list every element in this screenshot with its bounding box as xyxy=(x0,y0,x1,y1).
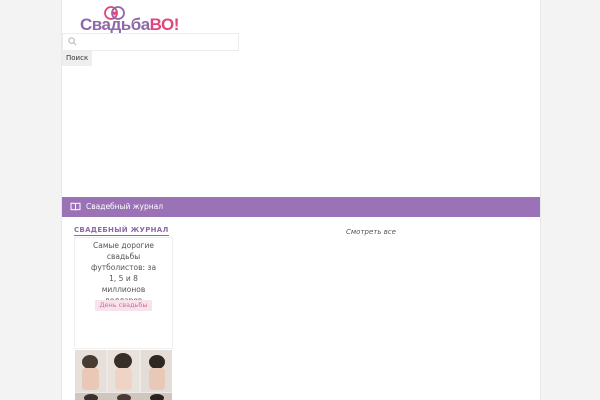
article-tag[interactable]: День свадьбы xyxy=(95,300,152,311)
site-logo[interactable]: СвадьбаВО! xyxy=(80,3,179,37)
page-container: СвадьбаВО! Поиск Свадебный журнал СВАДЕБ… xyxy=(61,0,541,400)
article-title-line: футболистов: за xyxy=(90,263,157,272)
logo-text: СвадьбаВО! xyxy=(80,15,179,35)
thumbnail-image xyxy=(75,350,172,400)
search-button[interactable]: Поиск xyxy=(62,51,93,66)
view-all-link[interactable]: Смотреть все xyxy=(346,228,396,236)
search-input[interactable] xyxy=(81,35,231,48)
search-box xyxy=(62,33,239,51)
journal-section-title[interactable]: СВАДЕБНЫЙ ЖУРНАЛ xyxy=(74,226,169,236)
journal-bar[interactable]: Свадебный журнал xyxy=(62,197,540,217)
article-title[interactable]: Самые дорогие свадьбы футболистов: за 1,… xyxy=(77,240,170,306)
logo-text-part2: ВО! xyxy=(149,15,180,34)
article-title-line: свадьбы xyxy=(106,252,141,261)
article-title-line: 1, 5 и 8 xyxy=(109,274,138,283)
article-title-line: Самые дорогие xyxy=(93,241,154,250)
article-card[interactable]: Самые дорогие свадьбы футболистов: за 1,… xyxy=(74,237,173,349)
logo-text-part1: Свадьба xyxy=(80,15,150,34)
book-icon xyxy=(70,202,81,211)
search-icon xyxy=(68,37,77,46)
article-title-line: миллионов xyxy=(101,285,146,294)
article-thumbnail-collage[interactable] xyxy=(75,350,172,400)
journal-bar-label: Свадебный журнал xyxy=(86,202,164,211)
